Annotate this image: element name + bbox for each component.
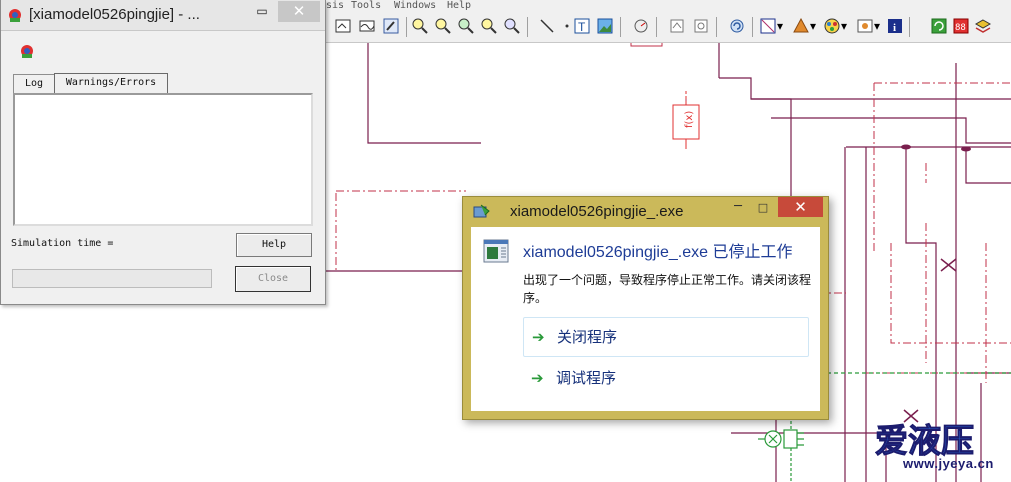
svg-text:88: 88 <box>955 23 966 33</box>
menu-item-analysis[interactable]: sis <box>326 0 344 11</box>
minimize-button[interactable]: ▭ <box>251 2 273 22</box>
run-icon[interactable] <box>728 17 746 35</box>
svg-text:T: T <box>578 20 586 34</box>
menu-bar: sis Tools Windows Help <box>326 0 1011 12</box>
close-window-button[interactable]: ✕ <box>278 1 320 22</box>
svg-text:f(x): f(x) <box>684 111 695 128</box>
watermark-url: www.jyeya.cn <box>903 456 994 471</box>
layers-icon[interactable] <box>974 17 992 35</box>
help-button[interactable]: Help <box>236 233 312 257</box>
debug-program-button[interactable]: ➔ 调试程序 <box>523 359 807 397</box>
image-tool-icon[interactable] <box>596 17 614 35</box>
cone-icon[interactable] <box>792 17 810 35</box>
zoom-in-icon[interactable] <box>411 17 429 35</box>
menu-item-windows[interactable]: Windows <box>394 0 436 11</box>
error-dialog: xiamodel0526pingjie_.exe ─ □ ✕ xiamodel0… <box>462 196 829 420</box>
zoom-window-icon[interactable] <box>480 17 498 35</box>
zoom-out-icon[interactable] <box>434 17 452 35</box>
curve-icon[interactable] <box>358 17 376 35</box>
pencil-icon[interactable] <box>382 17 400 35</box>
app-icon <box>9 9 21 22</box>
palette-icon[interactable] <box>823 17 841 35</box>
toolbar: T ▾ ▾ ▾ ▾ i 88 <box>326 12 1011 43</box>
menu-item-help[interactable]: Help <box>447 0 471 11</box>
supercomponent-icon[interactable] <box>668 17 686 35</box>
dialog-message: 出现了一个问题，导致程序停止正常工作。请关闭该程序。 <box>523 273 812 305</box>
chevron-down-icon[interactable]: ▾ <box>809 17 817 35</box>
simulation-log-window: [xiamodel0526pingjie] - ... ▭ ✕ Log Warn… <box>0 0 326 305</box>
program-icon <box>473 204 490 218</box>
menu-item-tools[interactable]: Tools <box>351 0 381 11</box>
debug-program-label: 调试程序 <box>556 369 617 387</box>
simulation-time-label: Simulation time = <box>11 238 114 249</box>
close-button[interactable]: Close <box>235 266 311 292</box>
log-text-area[interactable] <box>13 93 313 226</box>
fill-icon[interactable] <box>856 17 874 35</box>
refresh-icon[interactable] <box>930 17 948 35</box>
window-icon[interactable] <box>334 17 352 35</box>
line-tool-icon[interactable] <box>538 17 556 35</box>
diagram-icon[interactable] <box>759 17 777 35</box>
counter-icon[interactable]: 88 <box>952 17 970 35</box>
svg-text:爱液压: 爱液压 <box>875 421 974 458</box>
green-arrow-icon: ➔ <box>532 328 545 346</box>
zoom-fit-icon[interactable] <box>457 17 475 35</box>
watermark-logo: 爱液压 <box>875 421 975 459</box>
dialog-title: xiamodel0526pingjie_.exe <box>510 203 684 220</box>
window-app-icon <box>483 239 509 263</box>
simulation-progress-bar <box>12 269 212 288</box>
gauge-icon[interactable] <box>632 17 650 35</box>
parameter-icon[interactable] <box>692 17 710 35</box>
log-window-title: [xiamodel0526pingjie] - ... <box>29 6 200 23</box>
dialog-minimize-button[interactable]: ─ <box>728 200 748 216</box>
chevron-down-icon[interactable]: ▾ <box>776 17 784 35</box>
svg-text:i: i <box>893 22 896 34</box>
log-window-titlebar[interactable]: [xiamodel0526pingjie] - ... ▭ ✕ <box>1 0 325 31</box>
dialog-maximize-button[interactable]: □ <box>753 200 773 216</box>
zoom-previous-icon[interactable] <box>503 17 521 35</box>
dialog-body: xiamodel0526pingjie_.exe 已停止工作 出现了一个问题，导… <box>471 227 820 411</box>
close-program-button[interactable]: ➔ 关闭程序 <box>523 317 809 357</box>
close-program-label: 关闭程序 <box>557 328 618 346</box>
tab-warnings-errors[interactable]: Warnings/Errors <box>54 73 168 94</box>
chevron-down-icon[interactable]: ▾ <box>840 17 848 35</box>
chevron-down-icon[interactable]: ▾ <box>873 17 881 35</box>
dialog-heading: xiamodel0526pingjie_.exe 已停止工作 <box>523 244 793 261</box>
simulation-icon <box>21 45 33 58</box>
info-icon[interactable]: i <box>886 17 904 35</box>
dialog-close-button[interactable]: ✕ <box>778 197 823 217</box>
tab-log[interactable]: Log <box>13 74 55 93</box>
green-arrow-icon: ➔ <box>531 369 544 387</box>
text-tool-icon[interactable]: T <box>573 17 591 35</box>
